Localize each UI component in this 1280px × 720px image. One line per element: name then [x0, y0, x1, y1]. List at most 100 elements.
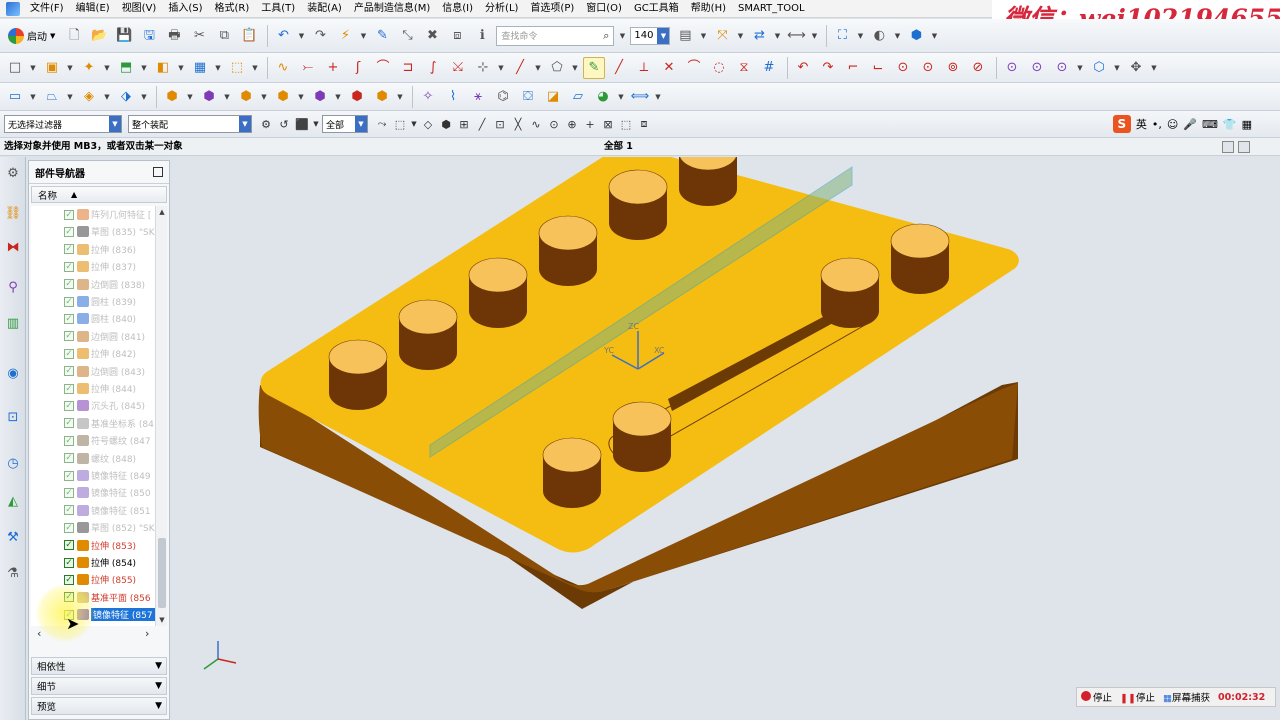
- visibility-checkbox[interactable]: ✓: [64, 209, 74, 220]
- render-dropdown-icon[interactable]: ▼: [893, 25, 901, 47]
- snap-midpoint-icon[interactable]: ╱: [474, 115, 490, 133]
- unite-icon[interactable]: ⬒: [115, 57, 137, 79]
- analysis-curve-icon[interactable]: ✧: [417, 86, 439, 108]
- line-icon[interactable]: ╱: [509, 57, 531, 79]
- scroll-left-icon[interactable]: ‹: [37, 628, 41, 640]
- resize-blend-icon[interactable]: ⬢: [309, 86, 331, 108]
- visibility-checkbox[interactable]: ✓: [64, 574, 74, 585]
- visibility-checkbox[interactable]: ✓: [64, 226, 74, 237]
- polygon-dropdown-icon[interactable]: ▼: [571, 57, 579, 79]
- visibility-checkbox[interactable]: ✓: [64, 296, 74, 307]
- ime-emoji-icon[interactable]: ☺: [1167, 118, 1178, 131]
- block-icon[interactable]: ▦: [189, 57, 211, 79]
- surface-dropdown-icon[interactable]: ▼: [29, 86, 37, 108]
- ime-punctuation-icon[interactable]: •,: [1152, 118, 1162, 131]
- cube-view-icon[interactable]: ⬢: [905, 25, 927, 47]
- visibility-checkbox[interactable]: ✓: [64, 348, 74, 359]
- ime-language[interactable]: 英: [1136, 116, 1147, 132]
- cube-dropdown-icon[interactable]: ▼: [930, 25, 938, 47]
- curvature-analysis-icon[interactable]: ◕: [592, 86, 614, 108]
- blend-dropdown-icon[interactable]: ▼: [177, 57, 185, 79]
- history-icon[interactable]: ⊡: [3, 407, 23, 427]
- web-browser-icon[interactable]: ◉: [3, 363, 23, 383]
- sketch-line-icon[interactable]: ╱: [608, 57, 630, 79]
- circle2-icon[interactable]: ⊙: [917, 57, 939, 79]
- nx-app-icon[interactable]: [6, 1, 20, 16]
- tree-row[interactable]: ✓ 镜像特征 (857: [31, 606, 155, 623]
- visibility-checkbox[interactable]: ✓: [64, 470, 74, 481]
- visibility-checkbox[interactable]: ✓: [64, 279, 74, 290]
- command-search-input[interactable]: 查找命令 ⌕: [496, 25, 615, 46]
- face-analysis-icon[interactable]: ◪: [542, 86, 564, 108]
- tree-row[interactable]: ✓ 镜像特征 (851: [31, 502, 155, 519]
- menu-tools[interactable]: 工具(T): [255, 0, 301, 18]
- tree-row[interactable]: ✓ 边倒圆 (843): [31, 363, 155, 380]
- tree-row[interactable]: ✓ 拉伸 (853): [31, 537, 155, 554]
- filter-color-icon[interactable]: ⬛: [294, 115, 310, 133]
- sogou-logo-icon[interactable]: S: [1112, 115, 1131, 133]
- filter-reset-icon[interactable]: ↺: [276, 115, 292, 133]
- dimension-icon[interactable]: ⟷: [785, 25, 807, 47]
- sync-move-face-icon[interactable]: ⬢: [161, 86, 183, 108]
- tree-vertical-scrollbar[interactable]: ▲ ▼: [155, 206, 167, 626]
- shell-dropdown-icon[interactable]: ▼: [251, 57, 259, 79]
- select-features-icon[interactable]: ⤳: [374, 115, 390, 133]
- tree-row[interactable]: ✓ 拉伸 (842): [31, 345, 155, 362]
- copy-face-icon[interactable]: ⬢: [371, 86, 393, 108]
- body-icon[interactable]: ⬡: [1088, 57, 1110, 79]
- sketch-mirror-icon[interactable]: ⧖: [733, 57, 755, 79]
- fit-dropdown-icon[interactable]: ▼: [856, 25, 864, 47]
- tree-row[interactable]: ✓ 螺纹 (848): [31, 450, 155, 467]
- menu-help[interactable]: 帮助(H): [685, 0, 732, 18]
- visibility-checkbox[interactable]: ✓: [64, 366, 74, 377]
- sketch-trim-icon[interactable]: ✕: [658, 57, 680, 79]
- snap-icon[interactable]: ⤧: [711, 25, 733, 47]
- visibility-checkbox[interactable]: ✓: [64, 331, 74, 342]
- visibility-checkbox[interactable]: ✓: [64, 418, 74, 429]
- undo-icon[interactable]: ↶: [272, 25, 294, 47]
- selection-scope-select[interactable]: 整个装配 ▼: [128, 115, 252, 133]
- circle4-icon[interactable]: ⊘: [967, 57, 989, 79]
- pull-face-icon[interactable]: ⬢: [198, 86, 220, 108]
- tree-row[interactable]: ✓ 阵列几何特征 [: [31, 206, 155, 223]
- visibility-checkbox[interactable]: ✓: [64, 383, 74, 394]
- tree-row[interactable]: ✓ 草图 (835) "SK: [31, 223, 155, 240]
- maximize-window-icon[interactable]: [1238, 141, 1250, 153]
- copy-icon[interactable]: ⧉: [213, 25, 235, 47]
- visibility-checkbox[interactable]: ✓: [64, 505, 74, 516]
- ime-skin-icon[interactable]: 👕: [1223, 118, 1237, 131]
- pause-stop-button[interactable]: ❚❚停止: [1120, 690, 1155, 704]
- menu-preferences[interactable]: 首选项(P): [524, 0, 580, 18]
- system-materials-icon[interactable]: ⚒: [3, 527, 23, 547]
- select-body-icon[interactable]: ◇: [420, 115, 436, 133]
- offset-curve-icon[interactable]: ⊐: [397, 57, 419, 79]
- chamfer-curve-icon[interactable]: ⌙: [867, 57, 889, 79]
- print-icon[interactable]: 🖶: [163, 25, 185, 47]
- render-style-icon[interactable]: ◐: [868, 25, 890, 47]
- point3-icon[interactable]: ⊙: [1051, 57, 1073, 79]
- save-icon[interactable]: 💾: [113, 25, 135, 47]
- tree-row[interactable]: ✓ 拉伸 (855): [31, 571, 155, 588]
- sew-icon[interactable]: ⬗: [115, 86, 137, 108]
- slope-analysis-icon[interactable]: ⏥: [567, 86, 589, 108]
- datum-dropdown-icon[interactable]: ▼: [103, 57, 111, 79]
- sketch-grid-icon[interactable]: #: [758, 57, 780, 79]
- block-dropdown-icon[interactable]: ▼: [214, 57, 222, 79]
- spline-icon[interactable]: ∫: [422, 57, 444, 79]
- replace-dropdown-icon[interactable]: ▼: [297, 86, 305, 108]
- close-icon[interactable]: [153, 167, 163, 177]
- record-stop-button[interactable]: 停止: [1081, 690, 1112, 704]
- new-file-icon[interactable]: 🗋: [63, 25, 85, 47]
- tree-row[interactable]: ✓ 圆柱 (839): [31, 293, 155, 310]
- visibility-checkbox[interactable]: ✓: [64, 261, 74, 272]
- sketch-active-icon[interactable]: ✎: [583, 56, 605, 79]
- body-dropdown-icon[interactable]: ▼: [1113, 57, 1121, 79]
- tree-row[interactable]: ✓ 拉伸 (844): [31, 380, 155, 397]
- snap-bounded-icon[interactable]: ⧈: [636, 115, 652, 133]
- circle-icon[interactable]: ⊙: [892, 57, 914, 79]
- menu-edit[interactable]: 编辑(E): [70, 0, 116, 18]
- visibility-checkbox[interactable]: ✓: [64, 313, 74, 324]
- screen-capture-button[interactable]: ▦屏幕捕获: [1163, 690, 1210, 704]
- process-studio-icon[interactable]: ⚗: [3, 563, 23, 583]
- menu-pmi[interactable]: 产品制造信息(M): [348, 0, 436, 18]
